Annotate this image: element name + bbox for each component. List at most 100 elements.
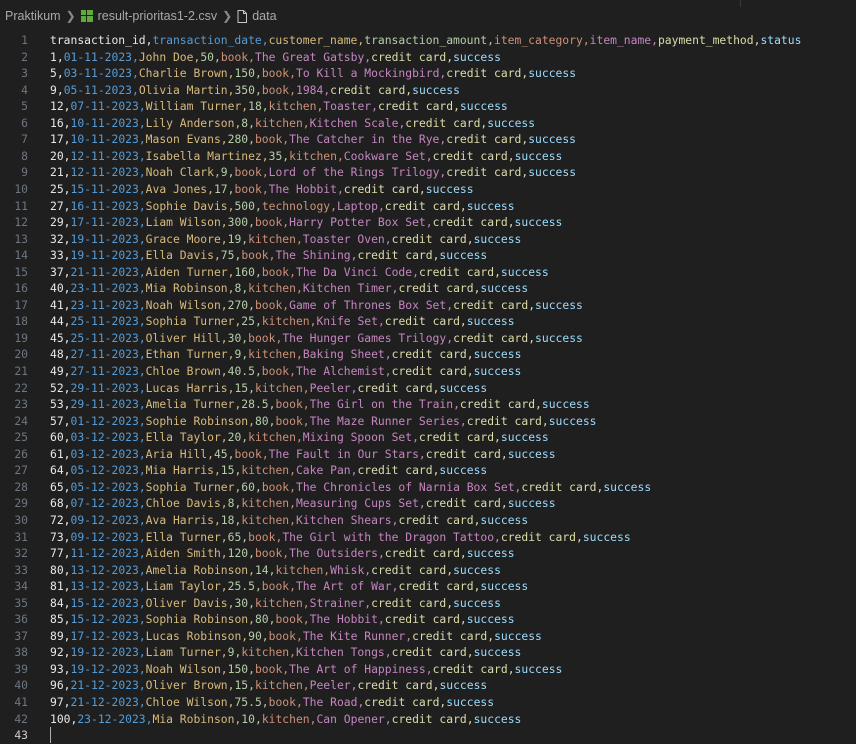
csv-separator: , — [63, 496, 71, 511]
csv-separator: , — [220, 231, 228, 246]
csv-cell: success — [548, 413, 597, 428]
csv-cell: 15-12-2023 — [70, 612, 139, 627]
line-content: 93,19-12-2023,Noah Wilson,150,book,The A… — [50, 661, 562, 678]
csv-cell: 35 — [268, 148, 283, 163]
code-line[interactable]: 25 60,03-12-2023,Ella Taylor,20,kitchen,M… — [0, 429, 856, 446]
code-line[interactable]: 35 84,15-12-2023,Oliver Davis,30,kitchen,… — [0, 595, 856, 612]
code-line[interactable]: 37 89,17-12-2023,Lucas Robinson,90,book,T… — [0, 628, 856, 645]
csv-cell: 45 — [213, 446, 228, 461]
csv-cell: book — [254, 132, 283, 147]
csv-cell: 09-12-2023 — [70, 529, 139, 544]
breadcrumb-folder[interactable]: Praktikum — [5, 9, 61, 23]
code-line[interactable]: 2 1,01-11-2023,John Doe,50,book,The Great… — [0, 49, 856, 66]
code-line[interactable]: 17 41,23-11-2023,Noah Wilson,270,book,Gam… — [0, 297, 856, 314]
code-line[interactable]: 43 — [0, 727, 856, 744]
csv-separator: , — [63, 297, 71, 312]
code-line[interactable]: 1 transaction_id,transaction_date,custome… — [0, 32, 856, 49]
csv-cell: Noah Clark — [145, 165, 214, 180]
csv-cell: Chloe Wilson — [145, 695, 228, 709]
csv-cell: success — [494, 628, 542, 643]
csv-cell: 1984 — [295, 82, 324, 97]
code-line[interactable]: 12 29,17-11-2023,Liam Wilson,300,book,Har… — [0, 214, 856, 231]
csv-separator: , — [418, 446, 426, 461]
line-number: 1 — [21, 33, 28, 47]
code-line[interactable]: 6 16,10-11-2023,Lily Anderson,8,kitchen,K… — [0, 115, 856, 132]
csv-separator: , — [254, 198, 262, 213]
line-number: 2 — [21, 49, 28, 64]
code-line[interactable]: 42 100,23-12-2023,Mia Robinson,10,kitchen… — [0, 711, 856, 728]
code-line[interactable]: 41 97,21-12-2023,Chloe Wilson,75.5,book,T… — [0, 694, 856, 711]
code-line[interactable]: 20 48,27-11-2023,Ethan Turner,9,kitchen,B… — [0, 346, 856, 363]
code-line[interactable]: 27 64,05-12-2023,Mia Harris,15,kitchen,Ca… — [0, 462, 856, 479]
code-line[interactable]: 10 25,15-11-2023,Ava Jones,17,book,The Ho… — [0, 181, 856, 198]
csv-separator: , — [63, 198, 71, 213]
csv-cell: success — [466, 314, 515, 329]
csv-separator: , — [254, 364, 262, 378]
csv-cell: 15-11-2023 — [70, 181, 139, 196]
code-line[interactable]: 28 65,05-12-2023,Sophia Turner,60,book,Th… — [0, 479, 856, 496]
line-content: 100,23-12-2023,Mia Robinson,10,kitchen,C… — [50, 711, 521, 728]
csv-cell: success — [453, 595, 501, 610]
code-line[interactable]: 38 92,19-12-2023,Liam Turner,9,kitchen,Ki… — [0, 644, 856, 661]
code-line[interactable]: 13 32,19-11-2023,Grace Moore,19,kitchen,T… — [0, 231, 856, 248]
csv-cell: 30 — [234, 595, 249, 610]
code-line[interactable]: 40 96,21-12-2023,Oliver Brown,15,kitchen,… — [0, 677, 856, 694]
csv-separator: , — [138, 330, 146, 345]
code-line[interactable]: 19 45,25-11-2023,Oliver Hill,30,book,The … — [0, 330, 856, 347]
code-line[interactable]: 29 68,07-12-2023,Chloe Davis,8,kitchen,Me… — [0, 495, 856, 512]
csv-cell: 44 — [50, 314, 64, 329]
csv-cell: Knife Set — [316, 314, 378, 329]
csv-separator: , — [138, 546, 146, 561]
csv-cell: The Hobbit — [309, 612, 378, 627]
code-line[interactable]: 18 44,25-11-2023,Sophia Turner,25,kitchen… — [0, 313, 856, 330]
code-line[interactable]: 36 85,15-12-2023,Sophia Robinson,80,book,… — [0, 611, 856, 628]
csv-separator: , — [63, 380, 71, 395]
code-line[interactable]: 3 5,03-11-2023,Charlie Brown,150,book,To … — [0, 65, 856, 82]
code-line[interactable]: 15 37,21-11-2023,Aiden Turner,160,book,Th… — [0, 264, 856, 281]
code-line[interactable]: 23 53,29-11-2023,Amelia Turner,28.5,book,… — [0, 396, 856, 413]
csv-separator: , — [138, 347, 146, 362]
code-line[interactable]: 39 93,19-12-2023,Noah Wilson,150,book,The… — [0, 661, 856, 678]
csv-separator: , — [459, 198, 467, 213]
line-content: 49,27-11-2023,Chloe Brown,40.5,book,The … — [50, 363, 521, 380]
line-content: 89,17-12-2023,Lucas Robinson,90,book,The… — [50, 628, 542, 645]
csv-separator: , — [63, 397, 71, 412]
csv-separator: , — [302, 595, 310, 610]
csv-cell: book — [261, 364, 290, 378]
line-content: 77,11-12-2023,Aiden Smith,120,book,The O… — [50, 545, 515, 562]
line-number: 23 — [14, 397, 28, 412]
csv-separator: , — [63, 231, 71, 246]
breadcrumb-symbol[interactable]: data — [237, 9, 277, 23]
code-line[interactable]: 9 21,12-11-2023,Noah Clark,9,book,Lord of… — [0, 164, 856, 181]
code-line[interactable]: 21 49,27-11-2023,Chloe Brown,40.5,book,Th… — [0, 363, 856, 380]
code-line[interactable]: 14 33,19-11-2023,Ella Davis,75,book,The S… — [0, 247, 856, 264]
code-line[interactable]: 5 12,07-11-2023,William Turner,18,kitchen… — [0, 98, 856, 115]
code-line[interactable]: 24 57,01-12-2023,Sophie Robinson,80,book,… — [0, 413, 856, 430]
code-line[interactable]: 32 77,11-12-2023,Aiden Smith,120,book,The… — [0, 545, 856, 562]
code-line[interactable]: 33 80,13-12-2023,Amelia Robinson,14,kitch… — [0, 562, 856, 579]
code-line[interactable]: 11 27,16-11-2023,Sophie Davis,500,technol… — [0, 198, 856, 215]
code-line[interactable]: 7 17,10-11-2023,Mason Evans,280,book,The … — [0, 131, 856, 148]
code-line[interactable]: 30 72,09-12-2023,Ava Harris,18,kitchen,Ki… — [0, 512, 856, 529]
csv-cell: Noah Wilson — [145, 661, 221, 676]
csv-cell: 21-11-2023 — [70, 264, 139, 279]
line-content: 17,10-11-2023,Mason Evans,280,book,The C… — [50, 131, 576, 148]
csv-cell: 350 — [234, 82, 255, 97]
code-line[interactable]: 34 81,13-12-2023,Liam Taylor,25.5,book,Th… — [0, 578, 856, 595]
csv-cell: Kitchen Timer — [302, 281, 392, 296]
code-line[interactable]: 26 61,03-12-2023,Aria Hill,45,book,The Fa… — [0, 446, 856, 463]
code-line[interactable]: 22 52,29-11-2023,Lucas Harris,15,kitchen,… — [0, 380, 856, 397]
csv-separator: , — [377, 314, 385, 329]
breadcrumb-file[interactable]: result-prioritas1-2.csv — [80, 9, 217, 23]
code-line[interactable]: 4 9,05-11-2023,Olivia Martin,350,book,198… — [0, 82, 856, 99]
csv-cell: book — [254, 546, 283, 561]
csv-cell: Toaster — [323, 99, 372, 114]
csv-separator: , — [412, 430, 419, 445]
line-number: 26 — [14, 446, 28, 461]
csv-cell: item_name — [589, 33, 652, 47]
line-content: transaction_id,transaction_date,customer… — [50, 32, 801, 49]
code-line[interactable]: 8 20,12-11-2023,Isabella Martinez,35,kitc… — [0, 148, 856, 165]
code-editor[interactable]: 1 transaction_id,transaction_date,custome… — [0, 32, 856, 744]
code-line[interactable]: 16 40,23-11-2023,Mia Robinson,8,kitchen,K… — [0, 280, 856, 297]
code-line[interactable]: 31 73,09-12-2023,Ella Turner,65,book,The … — [0, 529, 856, 546]
